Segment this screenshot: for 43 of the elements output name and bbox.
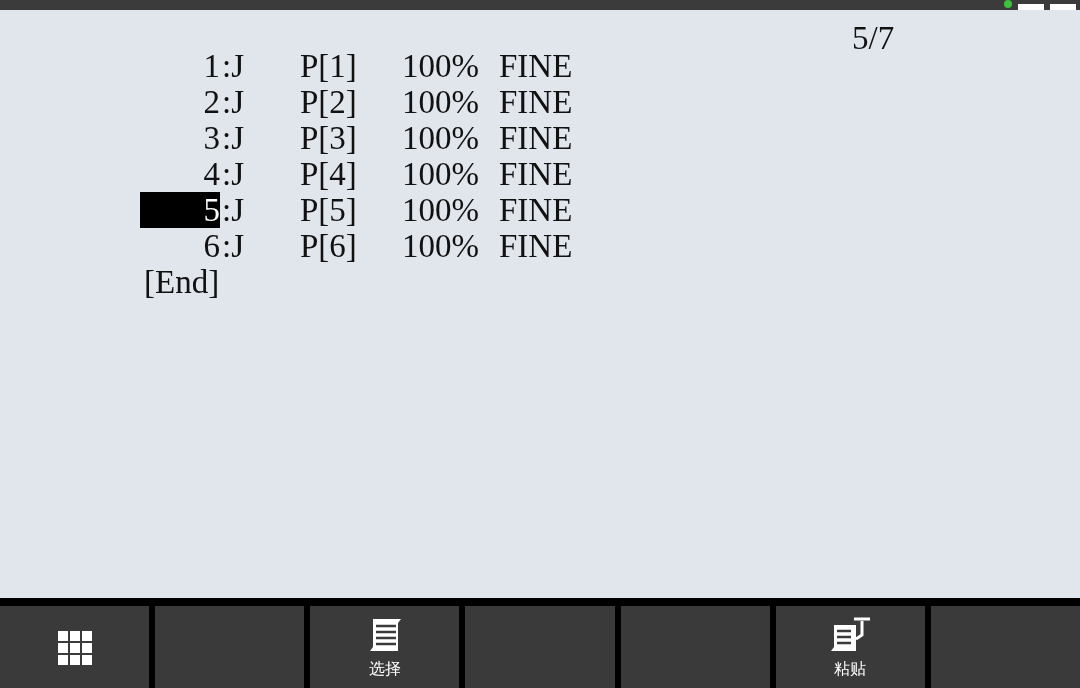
termination-type: FINE bbox=[498, 228, 574, 264]
motion-type: :J bbox=[221, 48, 245, 84]
motion-type: :J bbox=[221, 84, 245, 120]
motion-type: :J bbox=[221, 156, 245, 192]
end-marker: [End] bbox=[144, 264, 220, 300]
select-key[interactable]: 选择 bbox=[310, 606, 460, 688]
function-key[interactable] bbox=[465, 606, 615, 688]
position-register: P[3] bbox=[299, 120, 358, 156]
line-number[interactable]: 3 bbox=[140, 120, 220, 156]
function-key[interactable] bbox=[620, 606, 770, 688]
position-register: P[4] bbox=[299, 156, 358, 192]
function-key[interactable] bbox=[155, 606, 305, 688]
motion-type: :J bbox=[221, 120, 245, 156]
speed-value: 100% bbox=[401, 228, 480, 264]
speed-value: 100% bbox=[401, 156, 480, 192]
speed-value: 100% bbox=[401, 48, 480, 84]
speed-value: 100% bbox=[401, 84, 480, 120]
line-cursor[interactable]: 5 bbox=[140, 192, 220, 228]
speed-value: 100% bbox=[401, 192, 480, 228]
line-number[interactable]: 1 bbox=[140, 48, 220, 84]
speed-value: 100% bbox=[401, 120, 480, 156]
termination-type: FINE bbox=[498, 156, 574, 192]
termination-type: FINE bbox=[498, 192, 574, 228]
termination-type: FINE bbox=[498, 48, 574, 84]
line-number[interactable]: 6 bbox=[140, 228, 220, 264]
page-counter: 5/7 bbox=[852, 20, 895, 48]
position-register: P[5] bbox=[299, 192, 358, 228]
grid-menu-icon bbox=[57, 631, 92, 665]
termination-type: FINE bbox=[498, 84, 574, 120]
termination-type: FINE bbox=[498, 120, 574, 156]
function-key[interactable] bbox=[930, 606, 1080, 688]
line-number[interactable]: 2 bbox=[140, 84, 220, 120]
menu-key[interactable] bbox=[0, 606, 150, 688]
position-register: P[1] bbox=[299, 48, 358, 84]
position-register: P[2] bbox=[299, 84, 358, 120]
paste-key[interactable]: 粘贴 bbox=[775, 606, 925, 688]
line-number[interactable]: 4 bbox=[140, 156, 220, 192]
window-control-icon bbox=[1050, 4, 1076, 10]
motion-type: :J bbox=[221, 192, 245, 228]
position-register: P[6] bbox=[299, 228, 358, 264]
motion-type: :J bbox=[221, 228, 245, 264]
status-dot-icon bbox=[1004, 0, 1012, 8]
window-control-icon bbox=[1018, 4, 1044, 10]
